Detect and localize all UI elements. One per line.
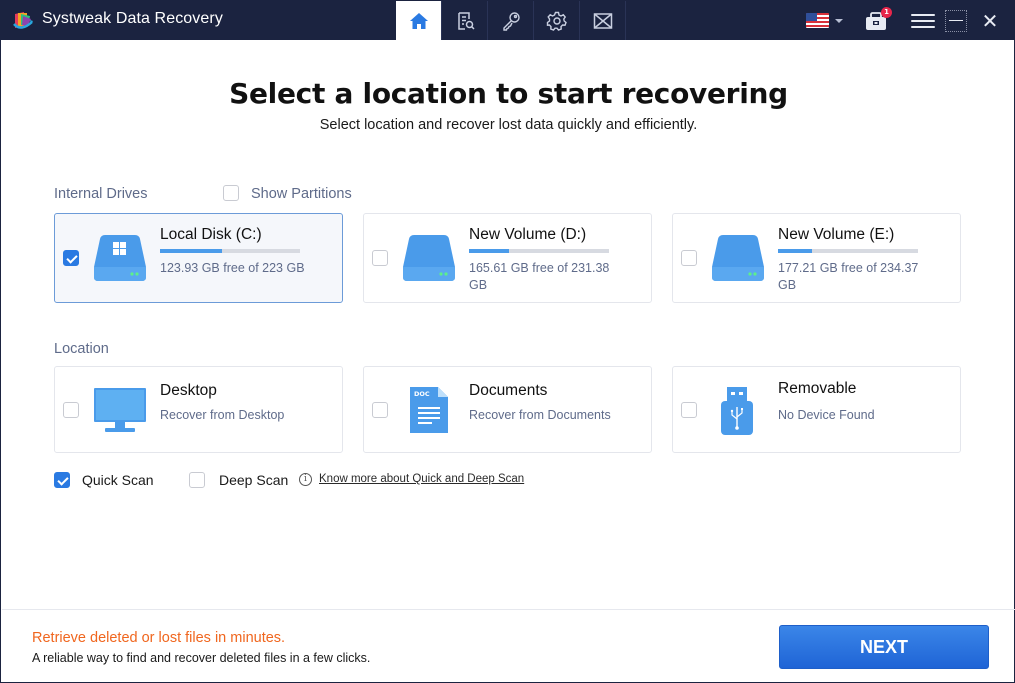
location-name: Removable [778,380,857,397]
app-title: Systweak Data Recovery [42,10,223,27]
settings-tab[interactable] [534,1,580,40]
drive-usage-fill [469,249,509,253]
info-icon: i [299,473,312,486]
window-controls: 1 ✕ [806,1,1015,40]
quick-scan-checkbox[interactable] [54,472,70,488]
key-icon [502,11,520,31]
location-card-removable[interactable]: Removable No Device Found [672,366,961,453]
location-name: Desktop [160,382,217,399]
deep-scan-checkbox[interactable] [189,472,205,488]
location-checkbox[interactable] [372,402,388,418]
hamburger-line [911,25,935,28]
page-title: Select a location to start recovering [229,77,788,110]
footer-subline: A reliable way to find and recover delet… [32,651,371,665]
location-info: No Device Found [778,408,875,422]
drive-card-d[interactable]: New Volume (D:) 165.61 GB free of 231.38… [363,213,652,303]
drive-info: 165.61 GB free of 231.38 GB [469,261,610,292]
language-selector[interactable] [806,13,843,28]
drive-name: New Volume (E:) [778,226,895,243]
drive-icon [403,235,455,281]
toolbar [396,1,626,40]
app-window: Systweak Data Recovery 1 ✕ Select a loca… [0,0,1015,683]
drive-card-e[interactable]: New Volume (E:) 177.21 GB free of 234.37… [672,213,961,303]
document-search-icon [457,11,475,30]
hamburger-icon [911,13,935,16]
show-partitions-checkbox[interactable] [223,185,239,201]
gear-icon [546,11,567,31]
usb-icon [721,387,753,435]
drive-usage-bar [160,249,300,253]
drive-usage-fill [160,249,223,253]
quick-scan-label: Quick Scan [82,472,154,488]
contact-tab[interactable] [580,1,626,40]
minimize-icon [949,19,963,22]
envelope-icon [593,12,612,29]
offers-button[interactable]: 1 [865,6,892,31]
location-info: Recover from Documents [469,408,611,422]
drive-usage-fill [778,249,813,253]
drive-name: New Volume (D:) [469,226,587,243]
drive-usage-bar [778,249,918,253]
next-button[interactable]: NEXT [779,625,989,669]
us-flag-icon [806,13,829,28]
deep-scan-label: Deep Scan [219,472,289,488]
footer-headline: Retrieve deleted or lost files in minute… [32,630,286,646]
location-card-desktop[interactable]: Desktop Recover from Desktop [54,366,343,453]
drive-card-c[interactable]: Local Disk (C:) 123.93 GB free of 223 GB [54,213,343,303]
drive-icon [712,235,764,281]
page-subtitle: Select location and recover lost data qu… [319,117,698,133]
close-button[interactable]: ✕ [979,10,1001,32]
location-info: Recover from Desktop [160,408,285,422]
home-tab[interactable] [396,1,442,40]
register-tab[interactable] [488,1,534,40]
minimize-button[interactable] [945,9,967,32]
notification-badge: 1 [881,6,892,18]
drive-checkbox[interactable] [372,250,388,266]
drive-usage-bar [469,249,609,253]
monitor-icon [94,388,146,432]
location-checkbox[interactable] [681,402,697,418]
internal-drives-label: Internal Drives [54,186,148,202]
scan-info-link[interactable]: Know more about Quick and Deep Scan [319,473,524,485]
chevron-down-icon [835,18,843,23]
menu-button[interactable] [911,11,935,31]
drive-checkbox[interactable] [63,250,79,266]
home-icon [409,12,428,29]
title-bar: Systweak Data Recovery 1 ✕ [1,1,1015,40]
scan-log-tab[interactable] [442,1,488,40]
windows-drive-icon [94,235,146,281]
app-logo-icon [13,12,33,29]
location-label: Location [54,341,109,357]
document-icon: DOC [410,387,448,433]
hamburger-line [911,19,935,22]
close-icon: ✕ [981,8,999,33]
footer-divider [2,609,1015,610]
drive-name: Local Disk (C:) [160,226,262,243]
location-card-documents[interactable]: DOC Documents Recover from Documents [363,366,652,453]
drive-info: 123.93 GB free of 223 GB [160,261,305,275]
location-name: Documents [469,382,548,399]
doc-icon-label: DOC [414,390,430,398]
location-checkbox[interactable] [63,402,79,418]
drive-checkbox[interactable] [681,250,697,266]
drive-info: 177.21 GB free of 234.37 GB [778,261,919,292]
show-partitions-label: Show Partitions [251,186,352,202]
